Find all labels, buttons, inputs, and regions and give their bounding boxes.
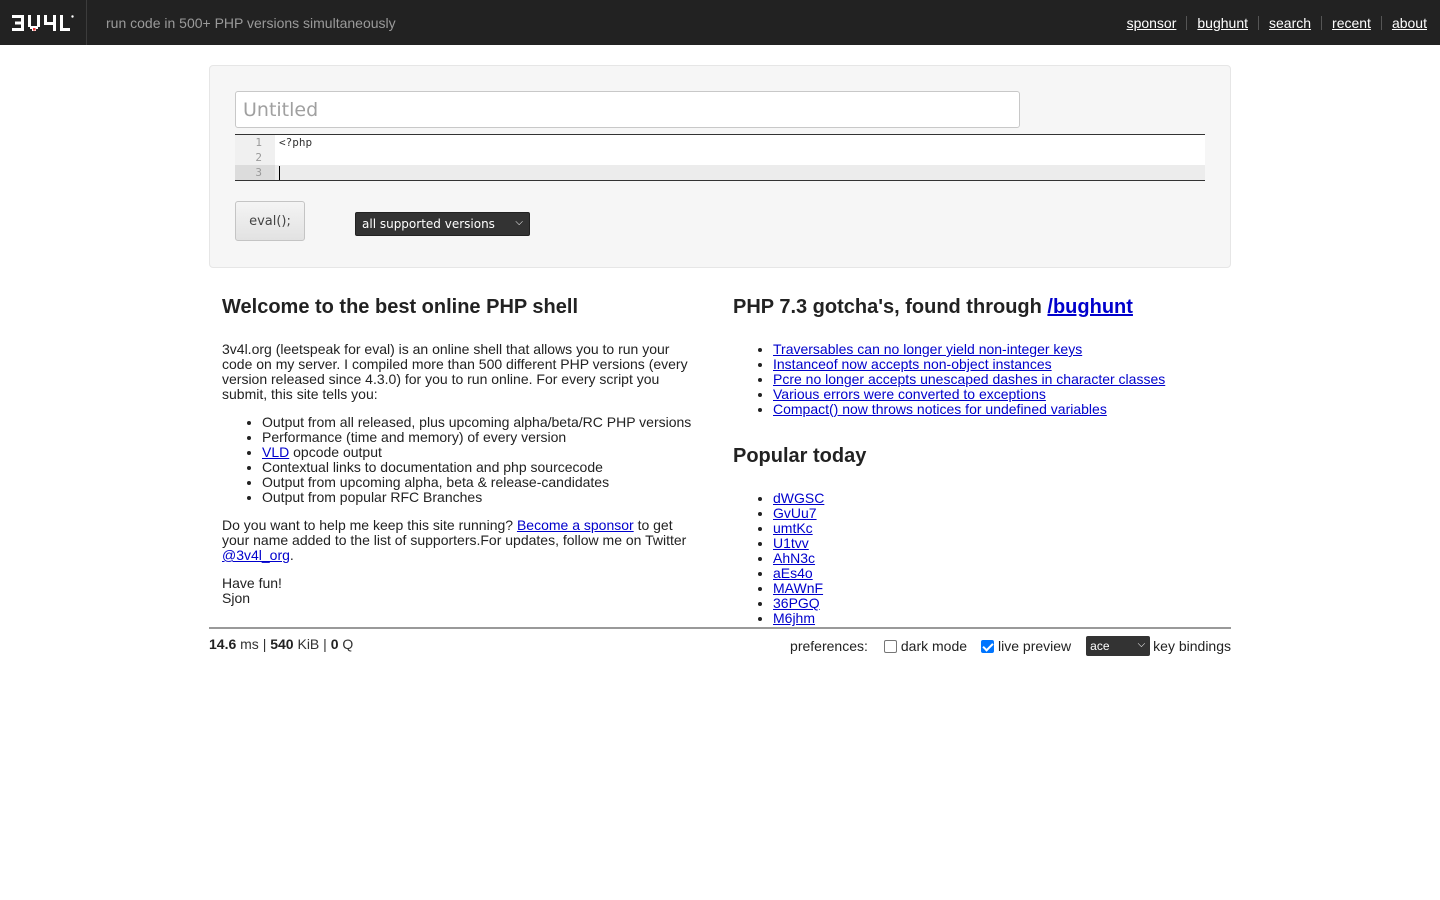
footer: 14.6 ms | 540 KiB | 0 Q preferences: dar…	[209, 627, 1231, 667]
list-item-text: opcode output	[293, 444, 382, 460]
title-input[interactable]	[235, 91, 1020, 128]
stat-kib-unit: KiB	[297, 636, 320, 652]
stat-separator: |	[262, 636, 267, 652]
stat-ms-value: 14.6	[209, 636, 237, 652]
code-editor[interactable]: 1 2 3 <?php	[235, 134, 1205, 181]
list-item: Various errors were converted to excepti…	[773, 387, 1213, 402]
line-number: 2	[255, 151, 262, 164]
key-bindings-label: key bindings	[1153, 638, 1231, 654]
welcome-intro: 3v4l.org (leetspeak for eval) is an onli…	[222, 341, 688, 402]
code-panel: 1 2 3 <?php eval(); all supported versio…	[209, 65, 1231, 268]
version-select-value: all supported versions	[362, 217, 495, 231]
page-stats: 14.6 ms | 540 KiB | 0 Q	[209, 636, 353, 652]
line-number: 3	[255, 166, 262, 179]
popular-link[interactable]: MAWnF	[773, 580, 823, 596]
gotcha-link[interactable]: Compact() now throws notices for undefin…	[773, 401, 1107, 417]
nav-sponsor[interactable]: sponsor	[1117, 16, 1187, 30]
gotchas-heading-text: PHP 7.3 gotcha's, found through	[733, 296, 1042, 318]
list-item: MAWnF	[773, 581, 1213, 596]
list-item: U1tvv	[773, 536, 1213, 551]
popular-link[interactable]: 36PGQ	[773, 595, 820, 611]
dark-mode-label: dark mode	[900, 638, 968, 654]
nav-bughunt[interactable]: bughunt	[1186, 15, 1258, 30]
have-fun: Have fun!	[222, 575, 282, 591]
popular-link[interactable]: AhN3c	[773, 550, 815, 566]
popular-link[interactable]: GvUu7	[773, 505, 817, 521]
active-line-highlight	[235, 165, 1205, 180]
top-bar: run code in 500+ PHP versions simultaneo…	[0, 0, 1440, 45]
nav-about[interactable]: about	[1380, 15, 1427, 30]
list-item: M6jhm	[773, 611, 1213, 626]
list-item: dWGSC	[773, 491, 1213, 506]
welcome-heading: Welcome to the best online PHP shell	[222, 296, 579, 318]
become-sponsor-link[interactable]: Become a sponsor	[517, 517, 634, 533]
gotcha-link[interactable]: Various errors were converted to excepti…	[773, 386, 1046, 402]
stat-kib-value: 540	[270, 636, 294, 652]
popular-link[interactable]: M6jhm	[773, 610, 815, 626]
gotchas-list: Traversables can no longer yield non-int…	[733, 342, 1213, 417]
popular-heading: Popular today	[733, 445, 867, 467]
text-cursor	[279, 166, 280, 180]
list-item: aEs4o	[773, 566, 1213, 581]
sidebar-section: PHP 7.3 gotcha's, found through /bughunt…	[733, 294, 1213, 639]
top-nav: sponsor bughunt search recent about	[1117, 0, 1427, 45]
sponsor-text: .	[289, 547, 294, 563]
list-item: Instanceof now accepts non-object instan…	[773, 357, 1213, 372]
vld-link[interactable]: VLD	[262, 444, 289, 460]
eval-button[interactable]: eval();	[235, 201, 305, 241]
stat-ms-unit: ms	[240, 636, 259, 652]
gotchas-heading: PHP 7.3 gotcha's, found through /bughunt	[733, 294, 1213, 320]
sponsor-text: Do you want to help me keep this site ru…	[222, 517, 514, 533]
twitter-link[interactable]: @3v4l_org	[222, 547, 290, 563]
logo-icon	[12, 14, 74, 31]
gotcha-link[interactable]: Instanceof now accepts non-object instan…	[773, 356, 1052, 372]
list-item: Output from upcoming alpha, beta & relea…	[262, 475, 702, 490]
live-preview-checkbox[interactable]	[981, 639, 995, 653]
sponsor-paragraph: Do you want to help me keep this site ru…	[222, 518, 702, 563]
signature: Sjon	[222, 590, 251, 606]
list-item: Output from popular RFC Branches	[262, 490, 702, 505]
list-item: Traversables can no longer yield non-int…	[773, 342, 1213, 357]
popular-link[interactable]: aEs4o	[773, 565, 813, 581]
stat-q-value: 0	[330, 636, 339, 652]
list-item: umtKc	[773, 521, 1213, 536]
logo[interactable]	[0, 0, 87, 45]
code-line[interactable]: <?php	[279, 135, 312, 150]
dark-mode-checkbox[interactable]	[883, 639, 897, 653]
popular-link[interactable]: umtKc	[773, 520, 813, 536]
feature-list: Output from all released, plus upcoming …	[222, 415, 702, 505]
nav-recent[interactable]: recent	[1321, 15, 1381, 30]
line-number: 1	[255, 136, 262, 149]
stat-separator: |	[323, 636, 327, 652]
preferences-label: preferences:	[790, 638, 868, 654]
list-item: Contextual links to documentation and ph…	[262, 460, 702, 475]
list-item: 36PGQ	[773, 596, 1213, 611]
preferences: preferences: dark mode live preview ace …	[790, 636, 1231, 656]
stat-q-unit: Q	[342, 636, 354, 652]
welcome-section: Welcome to the best online PHP shell 3v4…	[222, 294, 702, 606]
chevron-down-icon: ⌵	[515, 217, 523, 228]
list-item: Output from all released, plus upcoming …	[262, 415, 702, 430]
gotcha-link[interactable]: Traversables can no longer yield non-int…	[773, 341, 1082, 357]
list-item: AhN3c	[773, 551, 1213, 566]
popular-link[interactable]: U1tvv	[773, 535, 809, 551]
key-bindings-value: ace	[1090, 639, 1110, 653]
nav-search[interactable]: search	[1258, 15, 1321, 30]
popular-link[interactable]: dWGSC	[773, 490, 824, 506]
live-preview-label: live preview	[998, 638, 1072, 654]
key-bindings-select[interactable]: ace ⌵	[1086, 636, 1151, 656]
version-select[interactable]: all supported versions ⌵	[355, 212, 530, 236]
chevron-down-icon: ⌵	[1137, 639, 1146, 650]
tagline: run code in 500+ PHP versions simultaneo…	[106, 14, 396, 31]
list-item: Performance (time and memory) of every v…	[262, 430, 702, 445]
gotcha-link[interactable]: Pcre no longer accepts unescaped dashes …	[773, 371, 1165, 387]
bughunt-link[interactable]: /bughunt	[1047, 296, 1133, 318]
popular-list: dWGSC GvUu7 umtKc U1tvv AhN3c aEs4o MAWn…	[733, 491, 1213, 626]
list-item: Compact() now throws notices for undefin…	[773, 402, 1213, 417]
list-item: VLD opcode output	[262, 445, 702, 460]
list-item: Pcre no longer accepts unescaped dashes …	[773, 372, 1213, 387]
list-item: GvUu7	[773, 506, 1213, 521]
